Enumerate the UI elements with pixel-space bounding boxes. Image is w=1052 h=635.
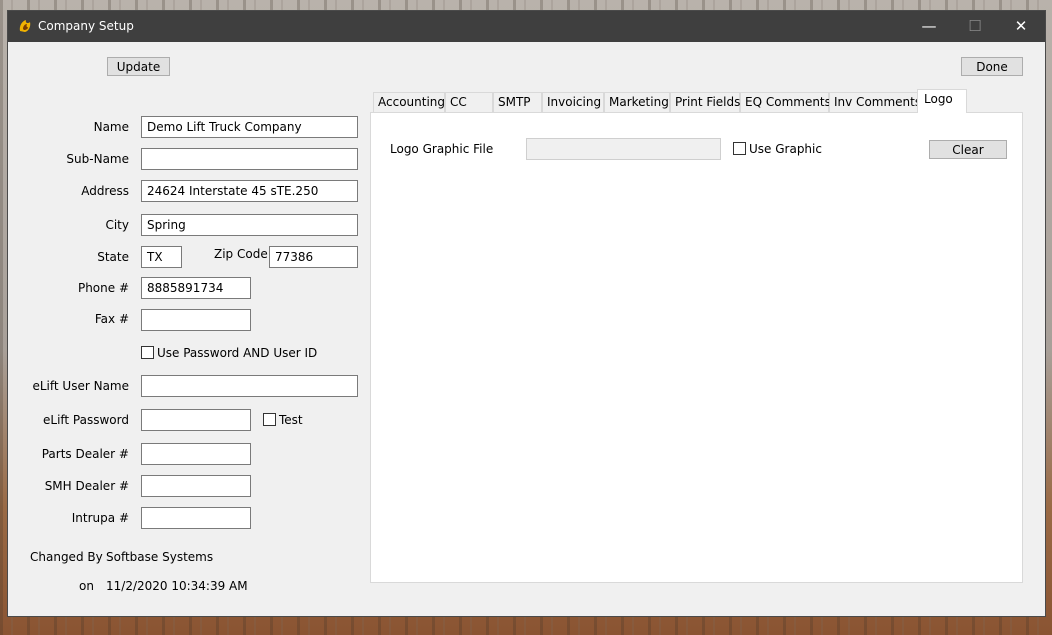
clear-button[interactable]: Clear: [929, 140, 1007, 159]
name-label: Name: [93, 120, 129, 134]
tab-print-fields[interactable]: Print Fields: [670, 92, 740, 112]
address-label: Address: [81, 184, 129, 198]
tab-accounting[interactable]: Accounting: [373, 92, 445, 112]
subname-label: Sub-Name: [66, 152, 129, 166]
changed-on-label: on: [79, 579, 94, 593]
smh-dealer-field[interactable]: [141, 475, 251, 497]
phone-field[interactable]: 8885891734: [141, 277, 251, 299]
zip-field[interactable]: 77386: [269, 246, 358, 268]
changed-by-label: Changed By: [30, 550, 103, 564]
logo-tab-panel: Logo Graphic File Use Graphic Clear: [370, 112, 1023, 583]
title-bar: Company Setup — ☐ ✕: [8, 11, 1045, 42]
app-logo-icon: [19, 20, 31, 32]
elift-user-field[interactable]: [141, 375, 358, 397]
close-button[interactable]: ✕: [998, 11, 1044, 42]
minimize-button[interactable]: —: [906, 11, 952, 42]
update-button[interactable]: Update: [107, 57, 170, 76]
subname-field[interactable]: [141, 148, 358, 170]
parts-dealer-label: Parts Dealer #: [41, 447, 129, 461]
name-field[interactable]: Demo Lift Truck Company: [141, 116, 358, 138]
use-graphic-checkbox[interactable]: [733, 142, 746, 155]
fax-label: Fax #: [94, 312, 129, 326]
smh-dealer-label: SMH Dealer #: [44, 479, 129, 493]
logo-file-label: Logo Graphic File: [390, 142, 494, 156]
tab-smtp[interactable]: SMTP: [493, 92, 542, 112]
zip-label: Zip Code: [214, 247, 268, 261]
changed-by-value: Softbase Systems: [106, 550, 214, 564]
use-password-checkbox[interactable]: [141, 346, 154, 359]
maximize-button[interactable]: ☐: [952, 11, 998, 42]
intrupa-field[interactable]: [141, 507, 251, 529]
state-label: State: [97, 250, 129, 264]
logo-file-field[interactable]: [526, 138, 721, 160]
fax-field[interactable]: [141, 309, 251, 331]
tab-cc[interactable]: CC: [445, 92, 493, 112]
parts-dealer-field[interactable]: [141, 443, 251, 465]
intrupa-label: Intrupa #: [71, 511, 129, 525]
elift-user-label: eLift User Name: [32, 379, 129, 393]
use-password-label: Use Password AND User ID: [157, 346, 318, 360]
changed-on-value: 11/2/2020 10:34:39 AM: [106, 579, 248, 593]
tab-marketing[interactable]: Marketing: [604, 92, 670, 112]
tab-inv-comments[interactable]: Inv Comments: [829, 92, 921, 112]
address-field[interactable]: 24624 Interstate 45 sTE.250: [141, 180, 358, 202]
city-field[interactable]: Spring: [141, 214, 358, 236]
phone-label: Phone #: [77, 281, 129, 295]
test-checkbox[interactable]: [263, 413, 276, 426]
use-graphic-label: Use Graphic: [749, 142, 822, 156]
test-label: Test: [279, 413, 303, 427]
done-button[interactable]: Done: [961, 57, 1023, 76]
tab-logo[interactable]: Logo: [917, 89, 967, 113]
window-title: Company Setup: [38, 19, 134, 33]
state-field[interactable]: TX: [141, 246, 182, 268]
company-setup-window: Company Setup — ☐ ✕ Update Done Name Dem…: [8, 11, 1045, 616]
tab-eq-comments[interactable]: EQ Comments: [740, 92, 831, 112]
elift-password-field[interactable]: [141, 409, 251, 431]
city-label: City: [105, 218, 129, 232]
elift-password-label: eLift Password: [43, 413, 129, 427]
tab-invoicing[interactable]: Invoicing: [542, 92, 604, 112]
